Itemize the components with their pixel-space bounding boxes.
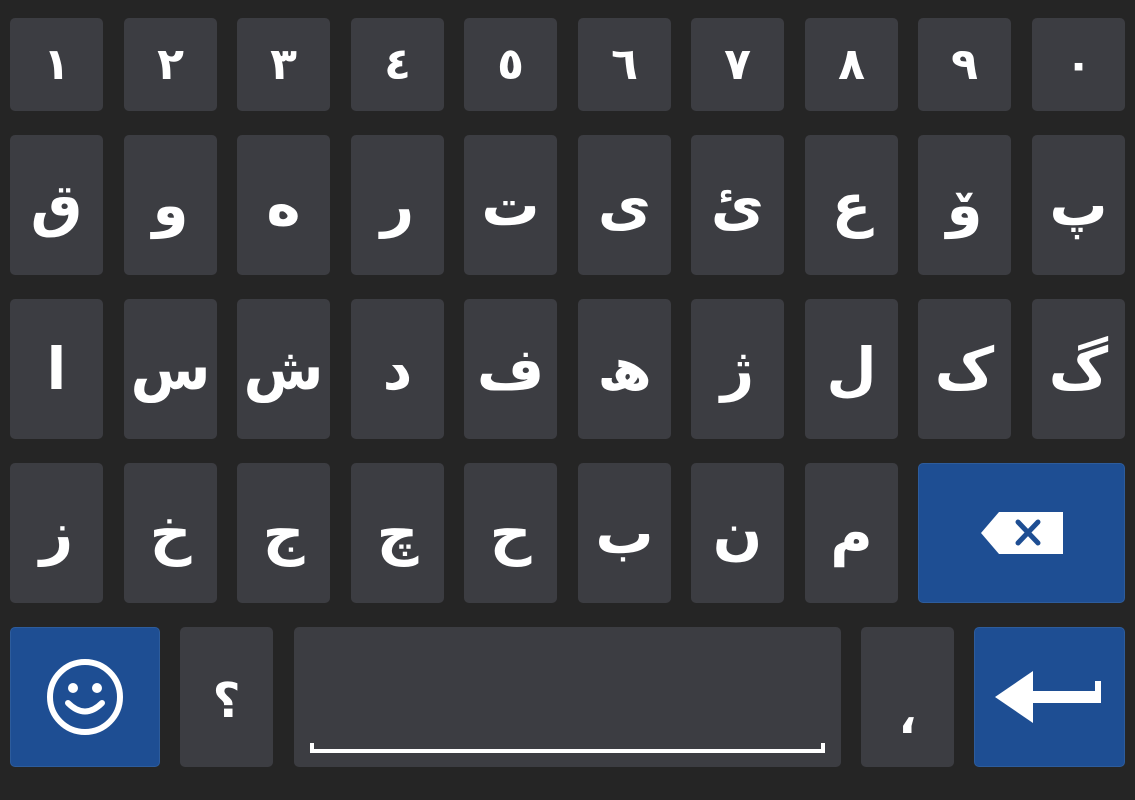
space-button[interactable] [294,627,841,767]
key-letter[interactable]: ت [464,135,557,275]
key-letter[interactable]: س [124,299,217,439]
key-digit-3[interactable]: ٣ [237,18,330,111]
key-label: ٢ [157,38,184,90]
enter-icon [994,671,1101,723]
key-label: ؟ [212,673,241,729]
key-label: ف [476,335,545,403]
key-label: س [130,335,211,403]
key-label: ح [489,499,532,567]
key-label: چ [376,499,419,567]
key-label: ٧ [724,38,751,90]
key-letter[interactable]: ن [691,463,784,603]
key-label: ٤ [384,38,411,90]
key-digit-0[interactable]: ٠ [1032,18,1125,111]
emoji-icon [47,659,123,735]
key-letter[interactable]: ز [10,463,103,603]
key-letter[interactable]: ی [578,135,671,275]
key-letter[interactable]: م [805,463,898,603]
key-question-mark[interactable]: ؟ [180,627,273,767]
key-comma[interactable]: ، [861,627,954,767]
key-letter[interactable]: گ [1032,299,1125,439]
key-letter[interactable]: ئ [691,135,784,275]
key-letter[interactable]: ل [805,299,898,439]
key-letter[interactable]: ھ [578,299,671,439]
key-label: ر [380,171,415,239]
key-digit-4[interactable]: ٤ [351,18,444,111]
key-letter[interactable]: ک [918,299,1011,439]
key-label: ٠ [1065,38,1092,90]
key-label: ١ [43,38,70,90]
key-label: ٣ [270,38,297,90]
key-label: و [152,171,189,239]
key-label: ق [30,171,83,239]
keyboard: ١ ٢ ٣ ٤ ٥ ٦ ٧ ٨ ٩ ٠ ق و ە ر ت ی ئ ع ۆ پ … [0,0,1135,800]
key-letter[interactable]: ق [10,135,103,275]
space-icon [310,743,825,753]
key-letter[interactable]: ح [464,463,557,603]
key-label: ھ [597,335,652,403]
key-letter[interactable]: ف [464,299,557,439]
key-label: ز [39,499,74,567]
key-label: ک [934,335,995,403]
key-letter[interactable]: ا [10,299,103,439]
key-letter[interactable]: چ [351,463,444,603]
key-label: ئ [710,171,765,239]
key-label: ش [243,335,324,403]
backspace-button[interactable] [918,463,1125,603]
key-digit-5[interactable]: ٥ [464,18,557,111]
key-label: ی [597,171,652,239]
key-digit-1[interactable]: ١ [10,18,103,111]
key-letter[interactable]: خ [124,463,217,603]
key-digit-7[interactable]: ٧ [691,18,784,111]
key-label: م [830,499,873,567]
key-letter[interactable]: ش [237,299,330,439]
key-letter[interactable]: ۆ [918,135,1011,275]
key-letter[interactable]: ە [237,135,330,275]
key-label: ٦ [611,38,638,90]
emoji-button[interactable] [10,627,160,767]
key-letter[interactable]: پ [1032,135,1125,275]
key-label: پ [1049,171,1108,239]
key-digit-9[interactable]: ٩ [918,18,1011,111]
key-label: ٥ [497,38,524,90]
key-digit-8[interactable]: ٨ [805,18,898,111]
key-label: ت [481,171,540,239]
key-label: ع [831,171,872,239]
key-label: ج [262,499,305,567]
key-label: خ [149,499,192,567]
key-label: ، [898,689,917,745]
key-label: ب [595,499,654,567]
key-letter[interactable]: ب [578,463,671,603]
key-label: ژ [720,335,755,403]
key-label: ە [266,171,301,239]
key-label: ۆ [946,171,983,239]
key-digit-2[interactable]: ٢ [124,18,217,111]
key-letter[interactable]: د [351,299,444,439]
key-label: د [382,335,413,403]
backspace-icon [980,512,1063,554]
key-letter[interactable]: ج [237,463,330,603]
key-label: ا [46,335,67,403]
key-label: ٩ [951,38,978,90]
key-label: ن [712,499,763,567]
key-letter[interactable]: ع [805,135,898,275]
key-digit-6[interactable]: ٦ [578,18,671,111]
key-label: گ [1048,335,1109,403]
key-letter[interactable]: ر [351,135,444,275]
key-letter[interactable]: و [124,135,217,275]
key-letter[interactable]: ژ [691,299,784,439]
key-label: ل [826,335,877,403]
enter-button[interactable] [974,627,1125,767]
key-label: ٨ [838,38,865,90]
